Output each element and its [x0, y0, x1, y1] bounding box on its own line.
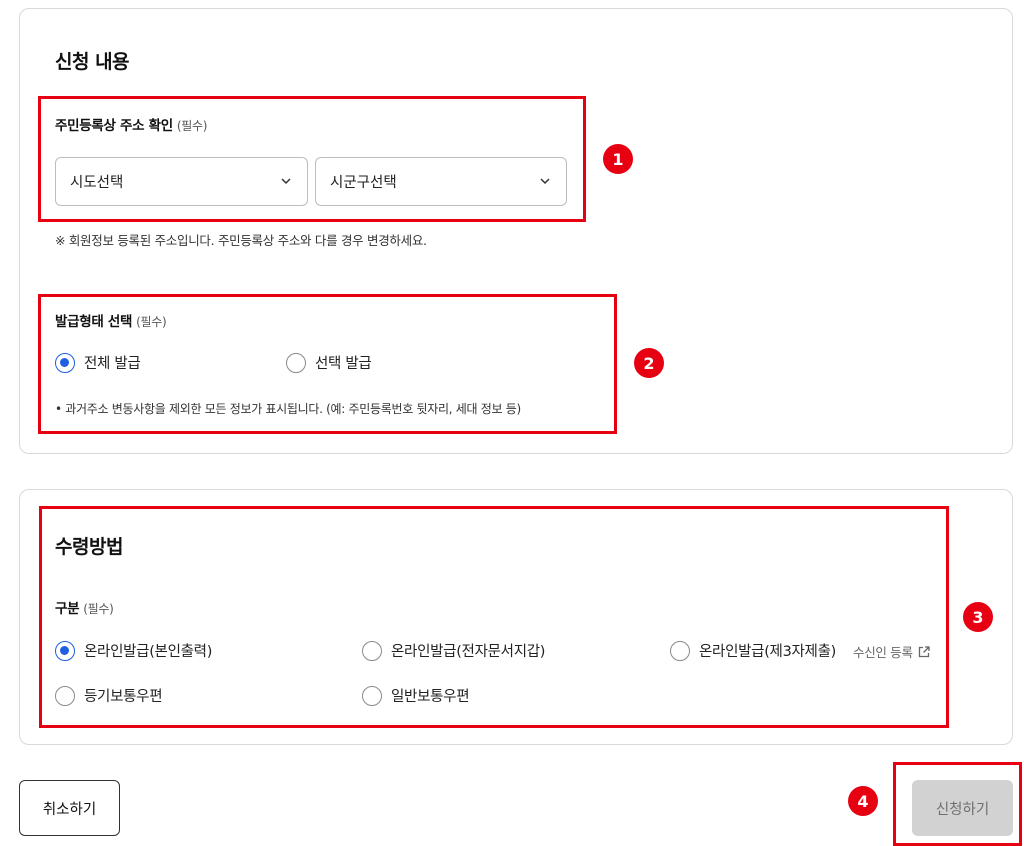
annotation-badge-4: 4 — [848, 786, 878, 816]
annotation-box-4 — [893, 762, 1022, 846]
annotation-box-2 — [38, 294, 617, 434]
annotation-box-3 — [39, 506, 949, 728]
annotation-badge-1: 1 — [603, 144, 633, 174]
annotation-badge-3: 3 — [963, 602, 993, 632]
address-note: ※ 회원정보 등록된 주소입니다. 주민등록상 주소와 다를 경우 변경하세요. — [55, 233, 427, 248]
annotation-badge-2: 2 — [634, 348, 664, 378]
cancel-button[interactable]: 취소하기 — [19, 780, 120, 836]
annotation-box-1 — [38, 96, 586, 222]
application-section-title: 신청 내용 — [55, 51, 130, 73]
